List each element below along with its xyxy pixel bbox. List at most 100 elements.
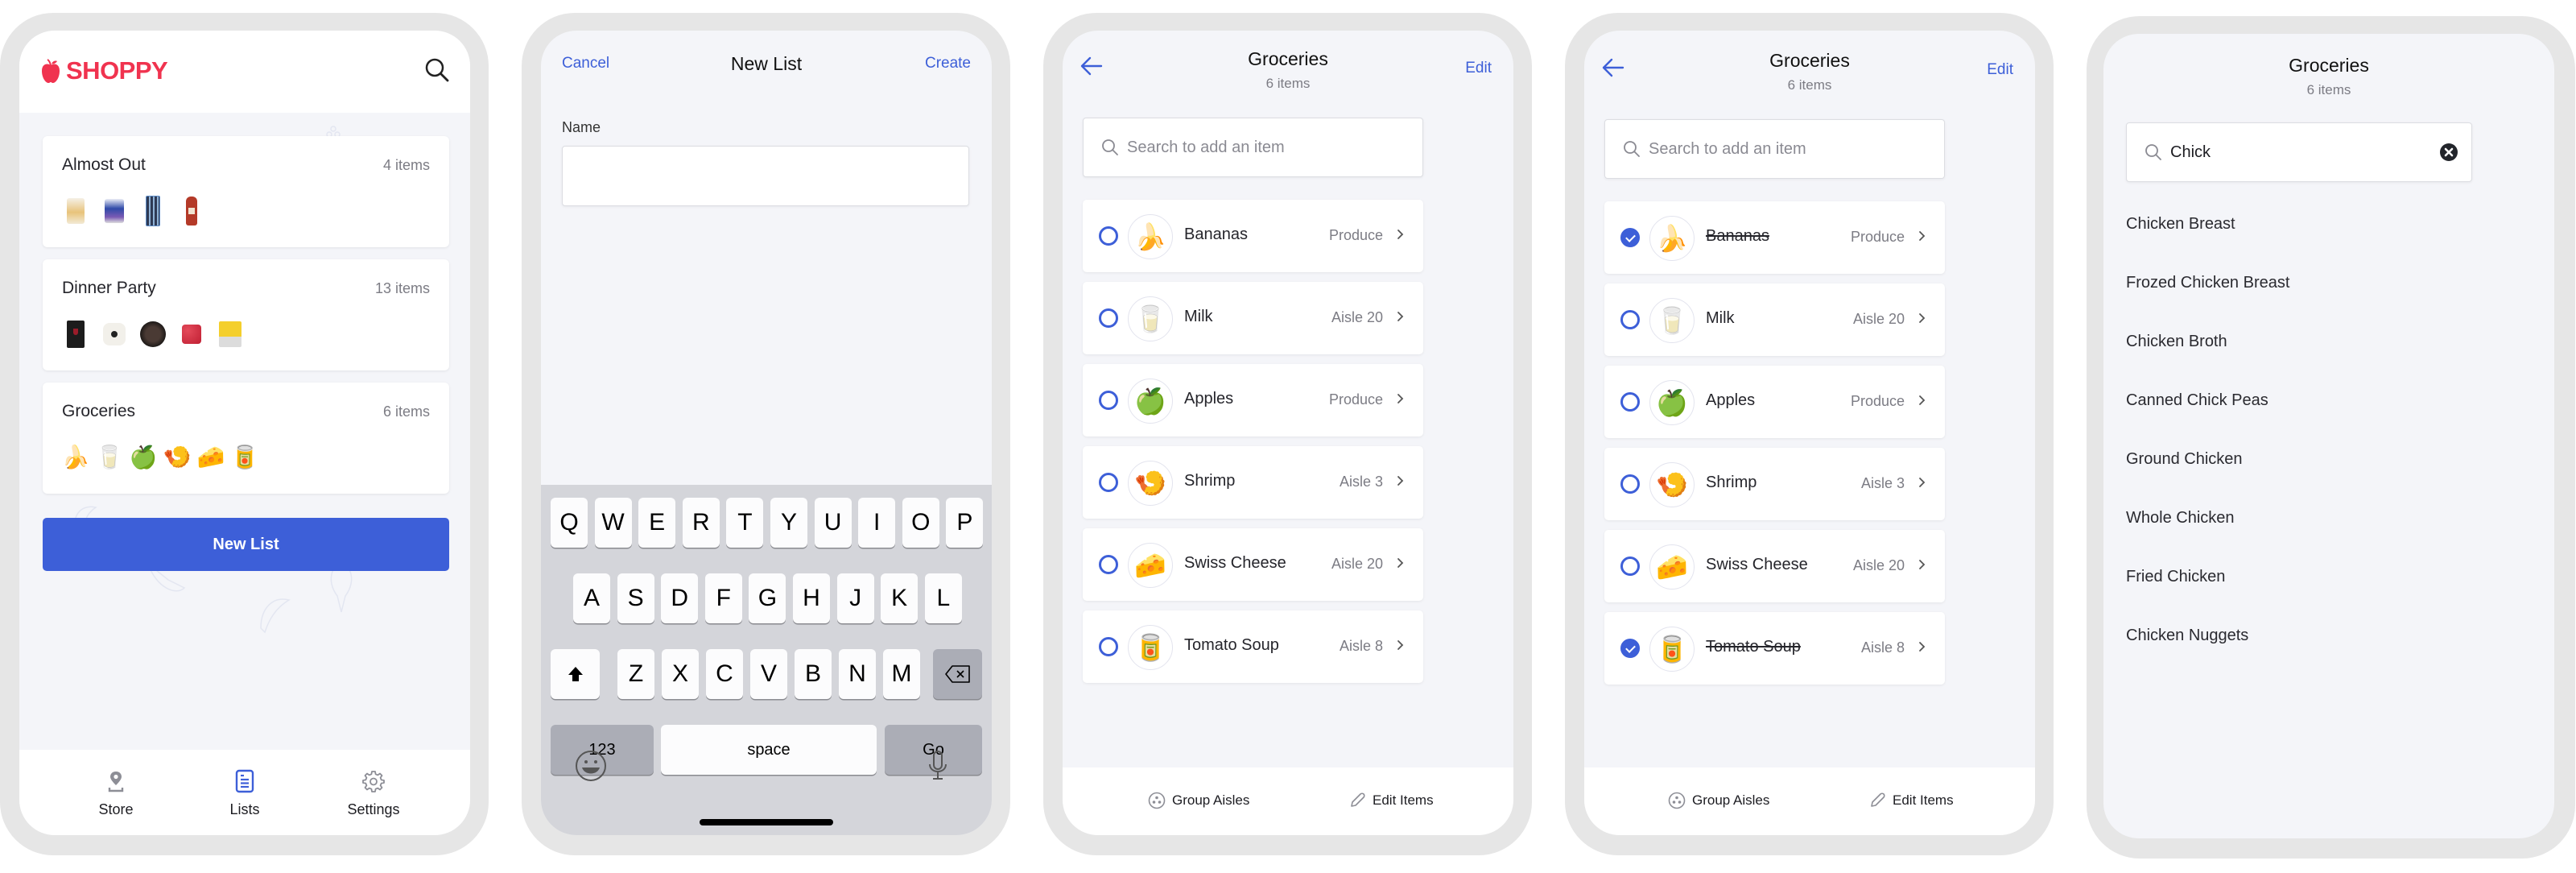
key-u[interactable]: U	[814, 498, 852, 548]
key-x[interactable]: X	[662, 649, 699, 699]
add-item-search-input[interactable]: Search to add an item	[1604, 119, 1945, 179]
group-aisles-button[interactable]: Group Aisles	[1668, 792, 1769, 809]
grocery-item-row[interactable]: 🍤 Shrimp Aisle 3	[1604, 448, 1945, 520]
new-list-button[interactable]: New List	[43, 518, 449, 571]
list-card-groceries[interactable]: Groceries 6 items 🍌 🥛 🍏 🍤 🧀 🥫	[43, 383, 449, 494]
phone-lists-home: SHOPPY Almost Out 4 items Dinner Party 1…	[0, 13, 489, 855]
chevron-right-icon	[1397, 640, 1404, 650]
item-checkbox[interactable]	[1099, 555, 1118, 574]
tab-lists[interactable]: Lists	[200, 750, 289, 835]
dictation-key[interactable]	[922, 749, 954, 783]
item-checkbox[interactable]	[1620, 474, 1640, 494]
item-checkbox[interactable]	[1620, 310, 1640, 329]
list-title: Almost Out	[62, 155, 146, 174]
key-n[interactable]: N	[839, 649, 876, 699]
grocery-item-row[interactable]: 🥛 Milk Aisle 20	[1604, 283, 1945, 356]
search-result-item[interactable]: Frozed Chicken Breast	[2126, 274, 2289, 292]
search-result-item[interactable]: Chicken Nuggets	[2126, 627, 2248, 645]
key-i[interactable]: I	[858, 498, 896, 548]
key-o[interactable]: O	[902, 498, 939, 548]
key-p[interactable]: P	[946, 498, 984, 548]
bottom-tab-bar: Store Lists Settings	[19, 750, 470, 835]
screen-new-list: Cancel New List Create Name QWERTYUIOP A…	[541, 31, 992, 835]
grocery-item-row[interactable]: 🧀 Swiss Cheese Aisle 20	[1604, 530, 1945, 602]
item-image: 🍏	[1649, 380, 1695, 425]
item-image: 🥫	[1128, 625, 1173, 670]
grocery-item-row[interactable]: 🥫 Tomato Soup Aisle 8	[1604, 612, 1945, 685]
key-w[interactable]: W	[594, 498, 632, 548]
search-result-item[interactable]: Ground Chicken	[2126, 450, 2243, 469]
key-e[interactable]: E	[638, 498, 676, 548]
key-k[interactable]: K	[881, 573, 919, 623]
key-r[interactable]: R	[682, 498, 720, 548]
key-h[interactable]: H	[793, 573, 830, 623]
search-result-item[interactable]: Whole Chicken	[2126, 509, 2235, 528]
key-c[interactable]: C	[706, 649, 743, 699]
backspace-key[interactable]	[933, 649, 982, 699]
add-item-search-input[interactable]: Chick	[2126, 122, 2472, 182]
item-checkbox[interactable]	[1620, 228, 1640, 247]
bananas-thumb: 🍌	[61, 445, 90, 470]
list-card-almost-out[interactable]: Almost Out 4 items	[43, 136, 449, 247]
key-j[interactable]: J	[836, 573, 874, 623]
key-t[interactable]: T	[726, 498, 764, 548]
tab-store[interactable]: Store	[72, 750, 160, 835]
key-y[interactable]: Y	[770, 498, 807, 548]
search-icon	[1102, 139, 1118, 155]
chevron-right-icon	[1919, 313, 1926, 323]
item-name: Shrimp	[1706, 474, 1757, 491]
grocery-item-row[interactable]: 🥫 Tomato Soup Aisle 8	[1083, 610, 1423, 683]
key-f[interactable]: F	[704, 573, 742, 623]
item-location: Aisle 20	[1331, 309, 1383, 325]
grocery-item-row[interactable]: 🍌 Bananas Produce	[1083, 200, 1423, 272]
key-l[interactable]: L	[924, 573, 962, 623]
group-aisles-button[interactable]: Group Aisles	[1148, 792, 1249, 809]
space-key[interactable]: space	[661, 725, 877, 775]
item-checkbox[interactable]	[1099, 391, 1118, 410]
grocery-item-row[interactable]: 🍤 Shrimp Aisle 3	[1083, 446, 1423, 519]
search-button[interactable]	[423, 56, 451, 84]
create-button[interactable]: Create	[925, 55, 971, 72]
list-actions-bar: Group Aisles Edit Items	[1584, 767, 2035, 835]
logo-text: SHOPPY	[66, 56, 168, 85]
list-name-input[interactable]	[562, 146, 969, 206]
key-s[interactable]: S	[617, 573, 654, 623]
chevron-right-icon	[1919, 231, 1926, 241]
item-checkbox[interactable]	[1099, 308, 1118, 328]
key-a[interactable]: A	[573, 573, 610, 623]
item-checkbox[interactable]	[1620, 556, 1640, 576]
item-checkbox[interactable]	[1099, 226, 1118, 246]
edit-items-button[interactable]: Edit Items	[1348, 792, 1434, 809]
grocery-item-row[interactable]: 🥛 Milk Aisle 20	[1083, 282, 1423, 354]
edit-button[interactable]: Edit	[1465, 60, 1492, 77]
shift-key[interactable]	[551, 649, 600, 699]
key-q[interactable]: Q	[551, 498, 588, 548]
add-item-search-input[interactable]: Search to add an item	[1083, 118, 1423, 177]
tab-settings[interactable]: Settings	[329, 750, 418, 835]
grocery-item-row[interactable]: 🍏 Apples Produce	[1604, 366, 1945, 438]
key-d[interactable]: D	[661, 573, 699, 623]
item-checkbox[interactable]	[1099, 637, 1118, 656]
search-result-item[interactable]: Chicken Breast	[2126, 215, 2235, 234]
search-result-item[interactable]: Chicken Broth	[2126, 333, 2227, 351]
edit-items-button[interactable]: Edit Items	[1868, 792, 1954, 809]
clear-search-icon[interactable]	[2439, 143, 2458, 162]
key-g[interactable]: G	[749, 573, 786, 623]
edit-button[interactable]: Edit	[1987, 61, 2013, 79]
grocery-item-row[interactable]: 🧀 Swiss Cheese Aisle 20	[1083, 528, 1423, 601]
key-z[interactable]: Z	[617, 649, 654, 699]
emoji-key[interactable]	[575, 749, 607, 783]
key-m[interactable]: M	[883, 649, 920, 699]
search-result-item[interactable]: Canned Chick Peas	[2126, 391, 2268, 410]
item-checkbox[interactable]	[1620, 639, 1640, 658]
grocery-item-row[interactable]: 🍌 Bananas Produce	[1604, 201, 1945, 274]
list-card-dinner-party[interactable]: Dinner Party 13 items	[43, 259, 449, 370]
key-b[interactable]: B	[795, 649, 832, 699]
item-name: Milk	[1184, 308, 1213, 325]
key-v[interactable]: V	[750, 649, 787, 699]
grocery-item-row[interactable]: 🍏 Apples Produce	[1083, 364, 1423, 436]
apples-thumb: 🍏	[129, 445, 158, 470]
search-result-item[interactable]: Fried Chicken	[2126, 568, 2225, 586]
item-checkbox[interactable]	[1099, 473, 1118, 492]
item-checkbox[interactable]	[1620, 392, 1640, 412]
